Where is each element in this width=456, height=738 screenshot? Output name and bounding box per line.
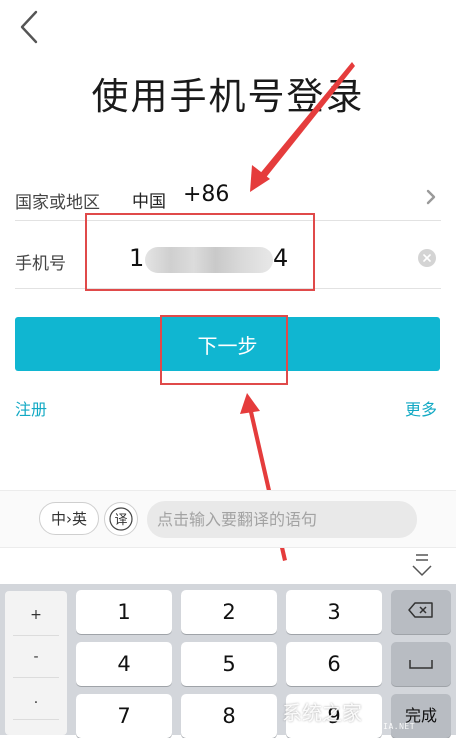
symbol-key-plus[interactable]: + <box>5 607 67 623</box>
key-7[interactable]: 7 <box>76 694 172 738</box>
translate-mode-label: 译 <box>114 513 127 528</box>
translate-bar: 中›英 译 <box>0 490 456 548</box>
page-title: 使用手机号登录 <box>91 75 365 118</box>
annotation-arrow-head <box>240 393 260 414</box>
space-key[interactable] <box>391 642 451 686</box>
close-icon <box>423 254 431 262</box>
country-name[interactable]: 中国 <box>132 187 166 212</box>
annotation-box-phone <box>85 213 315 291</box>
key-2[interactable]: 2 <box>181 590 277 634</box>
done-key[interactable]: 完成 <box>391 694 451 738</box>
watermark-url: XITONGZHIJIA.NET <box>330 722 416 731</box>
chevron-right-icon[interactable] <box>424 187 438 207</box>
clear-icon[interactable] <box>418 249 436 267</box>
keyboard-collapse-icon[interactable] <box>410 550 434 580</box>
language-toggle[interactable]: 中›英 <box>39 502 99 535</box>
key-5[interactable]: 5 <box>181 642 277 686</box>
backspace-icon <box>408 602 433 618</box>
annotation-box-next <box>160 315 288 385</box>
country-code[interactable]: +86 <box>183 182 229 207</box>
key-1[interactable]: 1 <box>76 590 172 634</box>
divider <box>13 719 59 720</box>
key-4[interactable]: 4 <box>76 642 172 686</box>
register-link[interactable]: 注册 <box>15 396 47 420</box>
key-8[interactable]: 8 <box>181 694 277 738</box>
key-3[interactable]: 3 <box>286 590 382 634</box>
symbol-column: + - . <box>5 591 67 735</box>
back-arrow-icon[interactable] <box>14 8 44 46</box>
numeric-keyboard: + - . 1 2 3 4 5 6 7 8 9 完成 <box>0 584 456 738</box>
phone-label: 手机号 <box>15 254 66 274</box>
space-icon <box>409 660 433 669</box>
divider <box>13 677 59 678</box>
symbol-key-dot[interactable]: . <box>5 691 67 707</box>
more-link[interactable]: 更多 <box>405 396 437 420</box>
region-label: 国家或地区 <box>15 193 100 213</box>
symbol-key-minus[interactable]: - <box>5 649 67 665</box>
divider <box>13 635 59 636</box>
key-6[interactable]: 6 <box>286 642 382 686</box>
annotation-arrow-head <box>250 165 270 192</box>
translate-mode-icon[interactable]: 译 <box>104 502 138 536</box>
translate-icon: 译 <box>109 507 133 531</box>
backspace-key[interactable] <box>391 590 451 634</box>
translate-input[interactable] <box>147 501 417 538</box>
